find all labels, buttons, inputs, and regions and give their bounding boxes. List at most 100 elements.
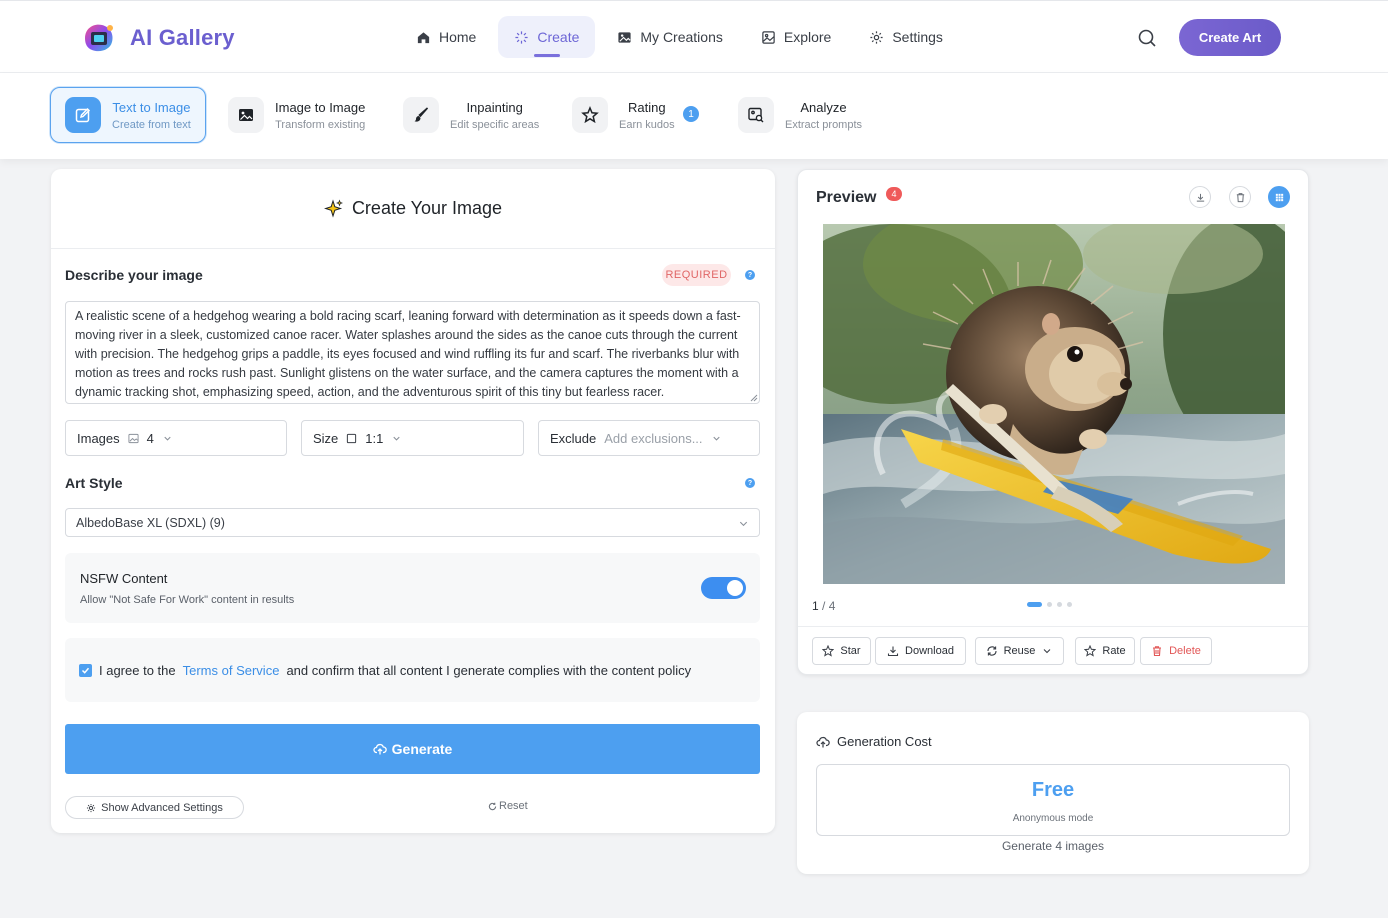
mode-subtitle: Earn kudos bbox=[619, 118, 675, 131]
cost-value: Free bbox=[1031, 779, 1075, 801]
cloud-upload-icon bbox=[373, 743, 387, 755]
sparkles-icon bbox=[323, 198, 343, 218]
rate-button[interactable]: Rate bbox=[1075, 637, 1135, 665]
generated-image[interactable] bbox=[823, 224, 1285, 584]
prompt-label: Describe your image bbox=[65, 267, 203, 283]
mode-image-to-image[interactable]: Image to Image Transform existing bbox=[228, 87, 365, 143]
chevron-down-icon bbox=[1044, 649, 1051, 654]
chevron-down-icon bbox=[712, 436, 720, 441]
top-navbar: AI Gallery Home Create My Creations Expl… bbox=[0, 0, 1388, 73]
app-logo[interactable]: AI Gallery bbox=[80, 20, 235, 56]
mode-text-to-image[interactable]: Text to Image Create from text bbox=[50, 87, 206, 143]
edit-icon bbox=[65, 97, 101, 133]
image-icon bbox=[228, 97, 264, 133]
cost-title-text: Generation Cost bbox=[837, 734, 932, 749]
nav-home[interactable]: Home bbox=[400, 16, 492, 58]
size-select[interactable]: Size 1:1 bbox=[301, 420, 524, 456]
advanced-label: Show Advanced Settings bbox=[101, 801, 223, 814]
prompt-text: A realistic scene of a hedgehog wearing … bbox=[75, 309, 741, 399]
prompt-textarea[interactable]: A realistic scene of a hedgehog wearing … bbox=[65, 301, 760, 404]
exclude-select[interactable]: Exclude Add exclusions... bbox=[538, 420, 760, 456]
help-icon[interactable]: ? bbox=[745, 270, 755, 280]
create-form-card: Create Your Image Describe your image RE… bbox=[51, 169, 775, 833]
image-icon bbox=[128, 433, 139, 443]
page-indicator: 1 / 4 bbox=[812, 599, 835, 613]
refresh-icon bbox=[987, 646, 997, 656]
nav-explore[interactable]: Explore bbox=[745, 16, 847, 58]
picture-icon bbox=[762, 30, 775, 44]
carousel-dot[interactable] bbox=[1067, 602, 1072, 607]
nsfw-setting: NSFW Content Allow "Not Safe For Work" c… bbox=[65, 553, 760, 623]
nsfw-toggle[interactable] bbox=[701, 577, 746, 599]
gear-icon bbox=[870, 30, 883, 44]
help-icon[interactable]: ? bbox=[745, 478, 755, 488]
cost-mode: Anonymous mode bbox=[1012, 813, 1094, 824]
square-icon bbox=[347, 433, 357, 443]
grid-view-icon[interactable] bbox=[1268, 186, 1290, 208]
mode-title: Inpainting bbox=[466, 99, 523, 115]
nav-my-creations[interactable]: My Creations bbox=[601, 16, 738, 58]
star-icon bbox=[1084, 645, 1097, 657]
cost-note: Generate 4 images bbox=[1001, 839, 1105, 853]
mode-subtitle: Extract prompts bbox=[785, 118, 863, 131]
images-label: Images bbox=[77, 430, 120, 446]
preview-card: Preview 4 1 / 4 Star Download Reuse Rate… bbox=[797, 169, 1309, 675]
reuse-dropdown[interactable]: Reuse bbox=[975, 637, 1064, 665]
star-icon bbox=[572, 97, 608, 133]
mode-analyze[interactable]: Analyze Extract prompts bbox=[738, 87, 862, 143]
app-name: AI Gallery bbox=[130, 25, 235, 50]
nav-settings[interactable]: Settings bbox=[853, 16, 959, 58]
download-label: Download bbox=[905, 645, 954, 657]
images-count-select[interactable]: Images 4 bbox=[65, 420, 287, 456]
star-label: Star bbox=[840, 645, 861, 657]
main-nav: Home Create My Creations Explore Setting… bbox=[400, 16, 959, 58]
nav-settings-label: Settings bbox=[892, 29, 943, 45]
terms-of-service-link[interactable]: Terms of Service bbox=[183, 663, 280, 678]
preview-count-badge: 4 bbox=[886, 187, 902, 201]
generate-button[interactable]: Generate bbox=[65, 724, 760, 774]
reset-button[interactable]: Reset bbox=[488, 800, 528, 812]
nav-home-label: Home bbox=[439, 29, 477, 45]
art-style-select[interactable]: AlbedoBase XL (SDXL) (9) bbox=[65, 508, 760, 537]
mode-text-to-image-texts: Text to Image Create from text bbox=[112, 100, 191, 131]
download-all-icon[interactable] bbox=[1189, 186, 1211, 208]
size-value: 1:1 bbox=[365, 430, 384, 446]
nsfw-title: NSFW Content bbox=[80, 571, 168, 586]
search-icon[interactable] bbox=[1136, 27, 1158, 49]
download-icon bbox=[887, 646, 899, 657]
star-button[interactable]: Star bbox=[812, 637, 871, 665]
carousel-dot[interactable] bbox=[1057, 602, 1062, 607]
mode-inpainting[interactable]: Inpainting Edit specific areas bbox=[403, 87, 539, 143]
image-search-icon bbox=[738, 97, 774, 133]
mode-rating[interactable]: Rating Earn kudos bbox=[572, 87, 675, 143]
mode-image-to-image-texts: Image to Image Transform existing bbox=[275, 100, 365, 131]
form-header: Create Your Image bbox=[51, 169, 775, 249]
trash-icon[interactable] bbox=[1229, 186, 1251, 208]
image-icon bbox=[618, 31, 631, 43]
nav-my-creations-label: My Creations bbox=[640, 29, 723, 45]
delete-button[interactable]: Delete bbox=[1140, 637, 1212, 665]
terms-text-suffix: and confirm that all content I generate … bbox=[286, 662, 692, 678]
carousel-dot[interactable] bbox=[1047, 602, 1052, 607]
mode-inpainting-texts: Inpainting Edit specific areas bbox=[450, 100, 539, 131]
cloud-upload-icon bbox=[816, 736, 830, 747]
reuse-label: Reuse bbox=[1003, 645, 1036, 657]
nav-create[interactable]: Create bbox=[498, 16, 596, 58]
mode-bar: Text to Image Create from text Image to … bbox=[0, 73, 1388, 159]
create-art-button[interactable]: Create Art bbox=[1179, 19, 1281, 56]
mode-title: Analyze bbox=[800, 99, 847, 115]
generation-cost-card: Generation Cost Free Anonymous mode Gene… bbox=[797, 712, 1309, 874]
trash-icon bbox=[1153, 646, 1162, 657]
refresh-icon bbox=[488, 802, 497, 810]
size-label: Size bbox=[313, 430, 339, 446]
carousel-dot[interactable] bbox=[1027, 602, 1042, 607]
preview-title: Preview bbox=[816, 189, 877, 206]
art-style-label: Art Style bbox=[65, 475, 123, 491]
reset-label: Reset bbox=[499, 800, 528, 812]
nsfw-description: Allow "Not Safe For Work" content in res… bbox=[80, 594, 295, 606]
terms-checkbox[interactable] bbox=[79, 663, 92, 677]
download-button[interactable]: Download bbox=[875, 637, 966, 665]
mode-rating-texts: Rating Earn kudos bbox=[619, 100, 675, 131]
show-advanced-settings-button[interactable]: Show Advanced Settings bbox=[65, 796, 244, 819]
resize-handle-icon[interactable] bbox=[750, 394, 758, 402]
